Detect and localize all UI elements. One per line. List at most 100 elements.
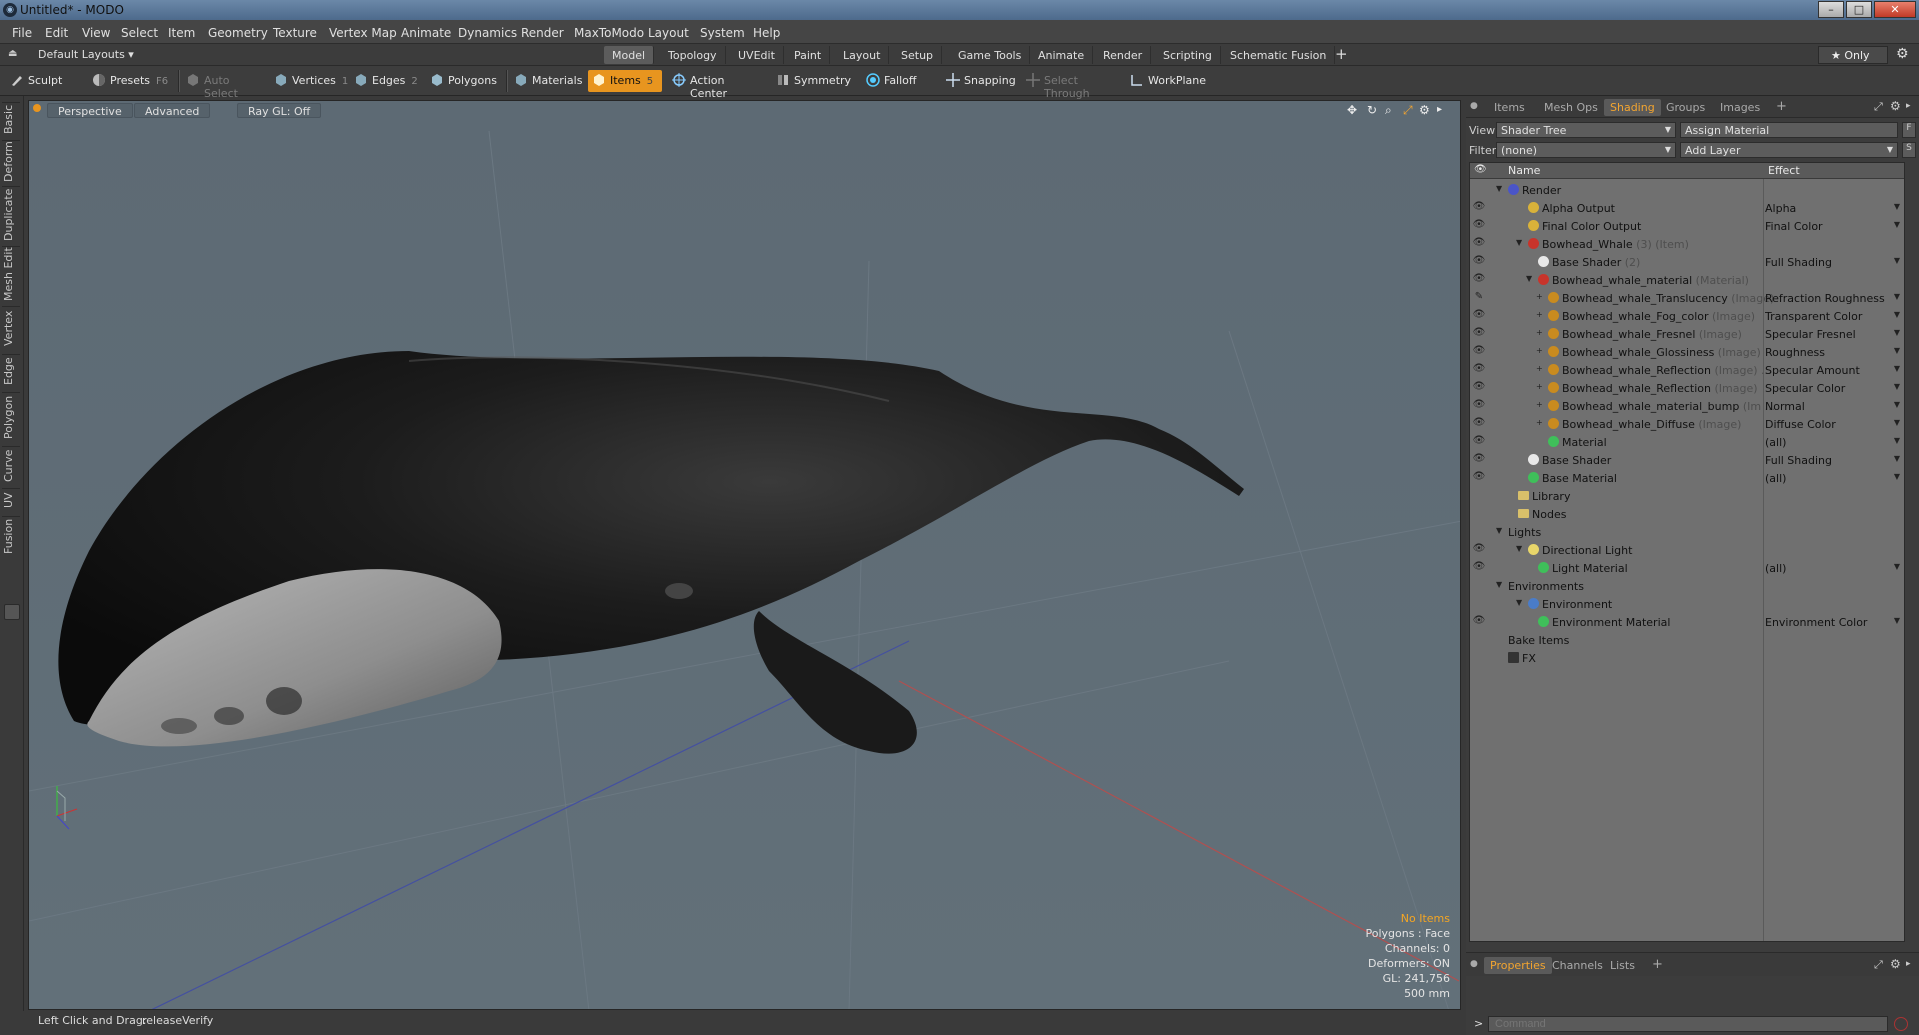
zoom-icon[interactable]: ⌕ (1385, 103, 1392, 118)
tab-properties[interactable]: Properties (1484, 957, 1552, 974)
tab-layout[interactable]: Layout (835, 46, 890, 64)
tab-groups[interactable]: Groups (1666, 101, 1705, 114)
effect-dropdown-arrow-icon[interactable]: ▼ (1894, 346, 1900, 355)
polygons-button[interactable]: Polygons (426, 70, 502, 92)
tab-images[interactable]: Images (1720, 101, 1760, 114)
shader-tree-row[interactable]: 👁 Light Material (all) ▼ (1470, 559, 1904, 577)
collapse-arrow-icon[interactable]: ▼ (1496, 526, 1502, 535)
shader-tree-row[interactable]: 👁 Material (all) ▼ (1470, 433, 1904, 451)
tree-item-effect[interactable]: Transparent Color (1765, 310, 1895, 323)
shader-tree-row[interactable]: ▼ Environments (1470, 577, 1904, 595)
tree-item-effect[interactable]: Refraction Roughness (1765, 292, 1895, 305)
expand-plus-icon[interactable]: + (1536, 292, 1543, 301)
filter-dropdown[interactable]: (none) ▼ (1496, 142, 1676, 158)
rotate-icon[interactable]: ↻ (1367, 103, 1377, 117)
auto-select-button[interactable]: Auto Select (182, 70, 268, 100)
visibility-eye-icon[interactable]: 👁 (1472, 273, 1486, 287)
visibility-eye-icon[interactable]: 👁 (1472, 309, 1486, 323)
menu-edit[interactable]: Edit (45, 26, 68, 40)
collapse-arrow-icon[interactable]: ▼ (1526, 274, 1532, 283)
menu-item[interactable]: Item (168, 26, 195, 40)
tab-game-tools[interactable]: Game Tools (950, 46, 1031, 64)
shader-tree-row[interactable]: 👁 ▼ Bowhead_whale_material (Material) (1470, 271, 1904, 289)
visibility-eye-icon[interactable]: 👁 (1472, 237, 1486, 251)
visibility-eye-icon[interactable]: 👁 (1472, 363, 1486, 377)
shader-tree-row[interactable]: ▼ Render (1470, 181, 1904, 199)
add-panel-tab-button[interactable]: + (1776, 99, 1787, 114)
shader-tree-row[interactable]: 👁 Base Shader Full Shading ▼ (1470, 451, 1904, 469)
panel-gear-icon[interactable]: ⚙ (1890, 99, 1901, 113)
f-button[interactable]: F (1902, 122, 1916, 138)
panel-menu-arrow-icon[interactable]: ▸ (1906, 101, 1911, 111)
menu-render[interactable]: Render (521, 26, 564, 40)
visibility-eye-icon[interactable]: 👁 (1472, 417, 1486, 431)
snapping-button[interactable]: Snapping (942, 70, 1022, 92)
vtab-basic[interactable]: Basic (2, 102, 20, 136)
tree-item-effect[interactable]: Specular Amount (1765, 364, 1895, 377)
effect-dropdown-arrow-icon[interactable]: ▼ (1894, 454, 1900, 463)
visibility-eye-icon[interactable]: 👁 (1472, 219, 1486, 233)
menu-maxtomodo[interactable]: MaxToModo (574, 26, 644, 40)
falloff-button[interactable]: Falloff (862, 70, 940, 92)
menu-view[interactable]: View (82, 26, 110, 40)
shader-tree-row[interactable]: ✎ + Bowhead_whale_Translucency (Image) Refr… (1470, 289, 1904, 307)
shader-tree-row[interactable]: 👁 Environment Material Environment Color ▼ (1470, 613, 1904, 631)
layout-pin-icon[interactable]: ⏏ (8, 48, 17, 59)
menu-vertex-map[interactable]: Vertex Map (329, 26, 397, 40)
properties-menu-arrow-icon[interactable]: ▸ (1906, 959, 1911, 969)
sculpt-button[interactable]: Sculpt (6, 70, 86, 92)
shader-tree-row[interactable]: 👁 ▼ Bowhead_Whale (3) (Item) (1470, 235, 1904, 253)
tree-item-effect[interactable]: Roughness (1765, 346, 1895, 359)
vertices-button[interactable]: Vertices 1 (270, 70, 348, 92)
vtab-fusion[interactable]: Fusion (2, 516, 20, 556)
assign-material-button[interactable]: Assign Material (1680, 122, 1898, 138)
close-button[interactable]: ✕ (1874, 1, 1916, 18)
action-center-button[interactable]: Action Center (668, 70, 768, 100)
vtab-mesh-edit[interactable]: Mesh Edit (2, 246, 20, 302)
expand-plus-icon[interactable]: + (1536, 328, 1543, 337)
shader-tree-row[interactable]: ▼ Lights (1470, 523, 1904, 541)
shader-tree-row[interactable]: 👁 + Bowhead_whale_Fog_color (Image) Transpa… (1470, 307, 1904, 325)
shader-tree-row[interactable]: Nodes (1470, 505, 1904, 523)
expand-plus-icon[interactable]: + (1536, 382, 1543, 391)
paint-brush-icon[interactable]: ✎ (1472, 291, 1486, 305)
add-layer-dropdown[interactable]: Add Layer ▼ (1680, 142, 1898, 158)
shader-tree-row[interactable]: 👁 Alpha Output Alpha ▼ (1470, 199, 1904, 217)
visibility-eye-icon[interactable]: 👁 (1472, 345, 1486, 359)
effect-dropdown-arrow-icon[interactable]: ▼ (1894, 220, 1900, 229)
view-dropdown[interactable]: Shader Tree ▼ (1496, 122, 1676, 138)
layout-gear-icon[interactable]: ⚙ (1896, 46, 1909, 62)
expand-plus-icon[interactable]: + (1536, 418, 1543, 427)
vtab-edge[interactable]: Edge (2, 354, 20, 388)
vtab-duplicate[interactable]: Duplicate (2, 186, 20, 242)
tab-mesh-ops[interactable]: Mesh Ops (1544, 101, 1598, 114)
visibility-eye-icon[interactable]: 👁 (1472, 399, 1486, 413)
effect-dropdown-arrow-icon[interactable]: ▼ (1894, 616, 1900, 625)
materials-button[interactable]: Materials (510, 70, 586, 92)
menu-animate[interactable]: Animate (401, 26, 451, 40)
tree-item-effect[interactable]: (all) (1765, 472, 1895, 485)
only-toggle[interactable]: ★ Only (1818, 46, 1888, 64)
effect-dropdown-arrow-icon[interactable]: ▼ (1894, 202, 1900, 211)
tree-item-effect[interactable]: Full Shading (1765, 454, 1895, 467)
tree-item-effect[interactable]: Full Shading (1765, 256, 1895, 269)
visibility-eye-icon[interactable]: 👁 (1472, 255, 1486, 269)
properties-expand-icon[interactable]: ⤢ (1874, 958, 1883, 972)
collapse-arrow-icon[interactable]: ▼ (1516, 544, 1522, 553)
effect-dropdown-arrow-icon[interactable]: ▼ (1894, 364, 1900, 373)
advanced-button[interactable]: Advanced (134, 103, 211, 118)
effect-dropdown-arrow-icon[interactable]: ▼ (1894, 328, 1900, 337)
shader-tree-row[interactable]: 👁 + Bowhead_whale_material_bump (Im ... Nor… (1470, 397, 1904, 415)
visibility-eye-icon[interactable]: 👁 (1472, 615, 1486, 629)
viewport-gear-icon[interactable]: ⚙ (1419, 103, 1430, 117)
shader-tree-row[interactable]: 👁 + Bowhead_whale_Reflection (Image) Specul… (1470, 379, 1904, 397)
tree-item-effect[interactable]: Specular Fresnel (1765, 328, 1895, 341)
column-name-header[interactable]: Name (1508, 164, 1540, 177)
effect-dropdown-arrow-icon[interactable]: ▼ (1894, 310, 1900, 319)
tab-uvedit[interactable]: UVEdit (730, 46, 784, 64)
tab-animate[interactable]: Animate (1030, 46, 1094, 64)
tab-paint[interactable]: Paint (786, 46, 831, 64)
collapse-arrow-icon[interactable]: ▼ (1516, 598, 1522, 607)
panel-expand-icon[interactable]: ⤢ (1874, 100, 1883, 114)
tree-item-effect[interactable]: (all) (1765, 562, 1895, 575)
